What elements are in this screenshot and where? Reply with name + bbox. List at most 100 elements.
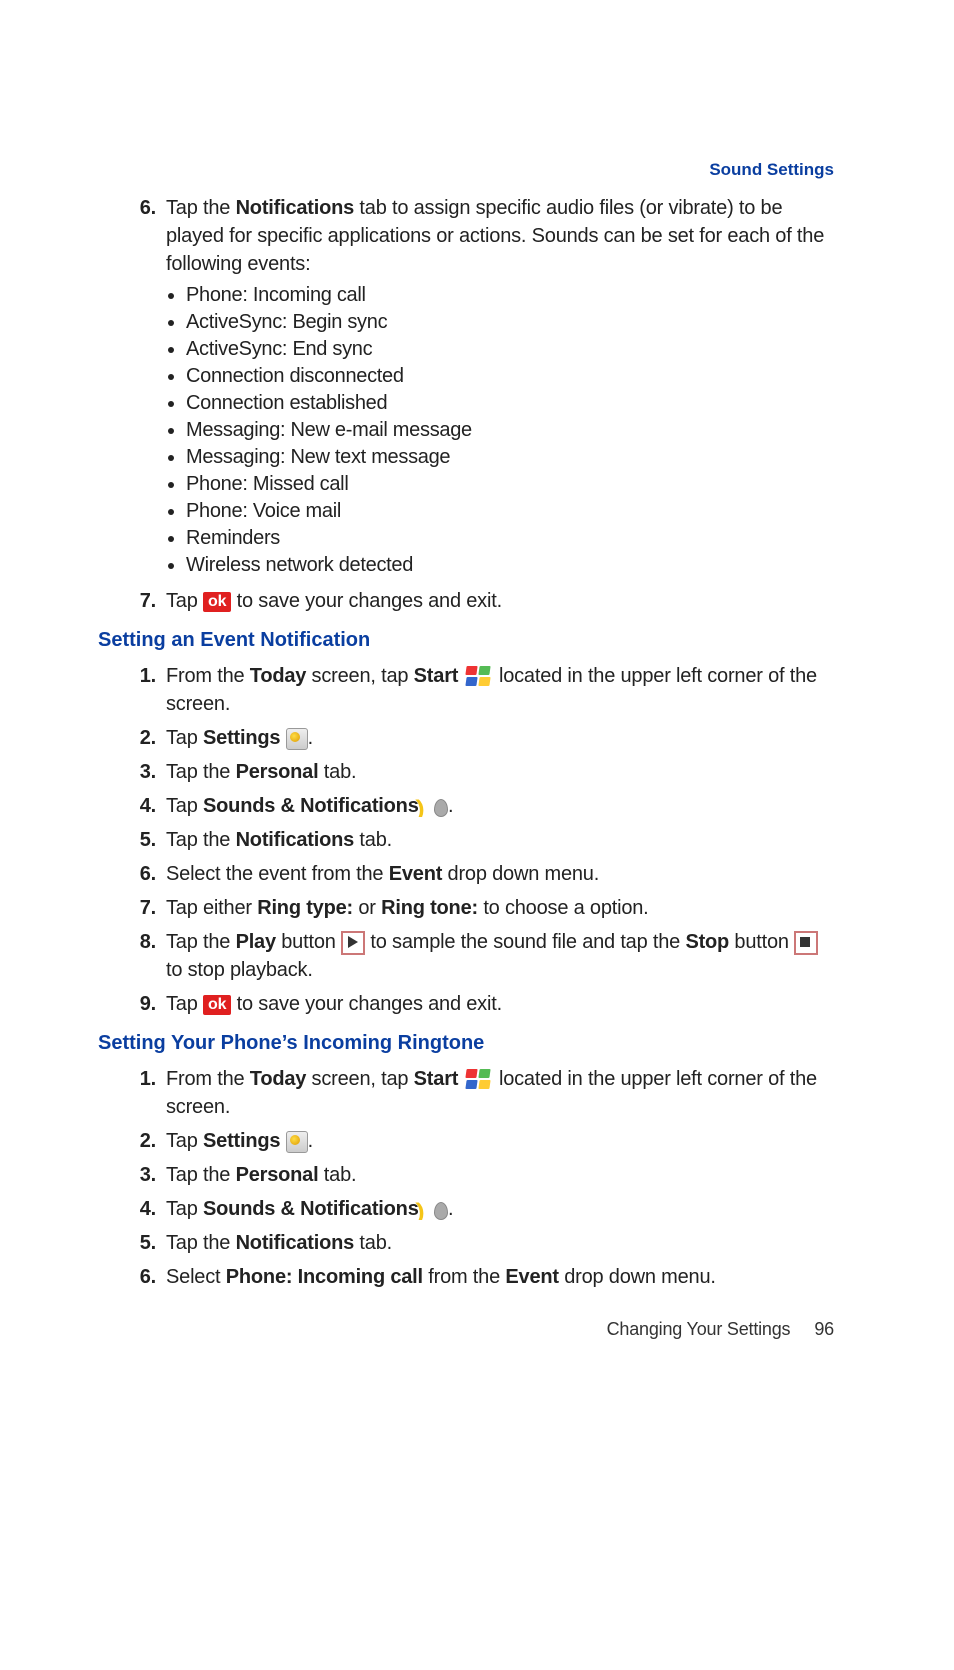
text: Tap the: [166, 1232, 236, 1254]
text: to save your changes and exit.: [237, 590, 502, 612]
text: screen, tap: [306, 1068, 413, 1090]
text: to sample the sound file and tap the: [370, 931, 685, 953]
list-item: Messaging: New e-mail message: [186, 417, 834, 444]
text: Tap: [166, 795, 203, 817]
bold: Sounds & Notifications: [203, 795, 419, 817]
step-5: 5. Tap the Notifications tab.: [166, 1229, 834, 1257]
step-4: 4. Tap Sounds & Notifications .: [166, 1195, 834, 1223]
step-number: 7.: [126, 587, 156, 615]
text: tab.: [318, 1164, 356, 1186]
text: to stop playback.: [166, 959, 313, 981]
bold: Phone: Incoming call: [226, 1266, 423, 1288]
text: Tap the: [166, 197, 236, 219]
bold: Today: [250, 665, 306, 687]
step-number: 6.: [126, 1263, 156, 1291]
step-number: 1.: [126, 1065, 156, 1093]
text: Tap: [166, 727, 203, 749]
bold: Event: [505, 1266, 558, 1288]
step-number: 9.: [126, 990, 156, 1018]
step-number: 4.: [126, 792, 156, 820]
text: drop down menu.: [559, 1266, 716, 1288]
text: Tap the: [166, 829, 236, 851]
page-number: 96: [814, 1319, 834, 1339]
step-8: 8. Tap the Play button to sample the sou…: [166, 928, 834, 984]
text: button: [729, 931, 794, 953]
text: .: [448, 1198, 453, 1220]
list-item: Connection disconnected: [186, 363, 834, 390]
bold: Start: [414, 1068, 459, 1090]
bold: Settings: [203, 1130, 280, 1152]
step-7: 7. Tap ok to save your changes and exit.: [166, 587, 834, 615]
event-notification-steps: 1. From the Today screen, tap Start loca…: [120, 662, 834, 1018]
ok-icon: ok: [203, 995, 231, 1015]
page-footer: Changing Your Settings 96: [607, 1319, 834, 1340]
list-item: ActiveSync: Begin sync: [186, 309, 834, 336]
bold: Personal: [236, 761, 319, 783]
step-1: 1. From the Today screen, tap Start loca…: [166, 1065, 834, 1121]
bold: Notifications: [236, 197, 355, 219]
list-item: Connection established: [186, 390, 834, 417]
bold: Settings: [203, 727, 280, 749]
step-number: 3.: [126, 1161, 156, 1189]
sounds-notifications-icon: [424, 1200, 448, 1220]
bold: Sounds & Notifications: [203, 1198, 419, 1220]
bold: Notifications: [236, 1232, 355, 1254]
text: From the: [166, 1068, 250, 1090]
list-item: Phone: Incoming call: [186, 282, 834, 309]
text: to save your changes and exit.: [237, 993, 502, 1015]
text: Tap: [166, 993, 203, 1015]
windows-flag-icon: [466, 666, 492, 688]
settings-icon: [286, 1131, 308, 1153]
step-2: 2. Tap Settings .: [166, 1127, 834, 1155]
list-item: Reminders: [186, 525, 834, 552]
list-item: Phone: Missed call: [186, 471, 834, 498]
text: Tap the: [166, 761, 236, 783]
step-number: 3.: [126, 758, 156, 786]
bold: Today: [250, 1068, 306, 1090]
play-icon: [341, 931, 365, 955]
text: tab.: [354, 1232, 392, 1254]
text: to choose a option.: [478, 897, 649, 919]
settings-icon: [286, 728, 308, 750]
text: Select the event from the: [166, 863, 389, 885]
text: .: [448, 795, 453, 817]
bold: Stop: [685, 931, 729, 953]
bold: Notifications: [236, 829, 355, 851]
step-2: 2. Tap Settings .: [166, 724, 834, 752]
text: tab.: [318, 761, 356, 783]
bold: Play: [236, 931, 276, 953]
text: Select: [166, 1266, 226, 1288]
text: Tap: [166, 1198, 203, 1220]
text: from the: [423, 1266, 505, 1288]
list-item: Wireless network detected: [186, 552, 834, 579]
text: Tap: [166, 1130, 203, 1152]
text: screen, tap: [306, 665, 413, 687]
step-5: 5. Tap the Notifications tab.: [166, 826, 834, 854]
list-item: ActiveSync: End sync: [186, 336, 834, 363]
ringtone-steps: 1. From the Today screen, tap Start loca…: [120, 1065, 834, 1291]
text: .: [308, 1130, 313, 1152]
list-item: Phone: Voice mail: [186, 498, 834, 525]
heading-event-notification: Setting an Event Notification: [98, 629, 834, 652]
continued-steps-list: 6. Tap the Notifications tab to assign s…: [120, 194, 834, 615]
text: From the: [166, 665, 250, 687]
sounds-notifications-icon: [424, 797, 448, 817]
windows-flag-icon: [466, 1069, 492, 1091]
step-9: 9. Tap ok to save your changes and exit.: [166, 990, 834, 1018]
step-6: 6. Tap the Notifications tab to assign s…: [166, 194, 834, 579]
step-3: 3. Tap the Personal tab.: [166, 758, 834, 786]
step-number: 5.: [126, 1229, 156, 1257]
heading-incoming-ringtone: Setting Your Phone’s Incoming Ringtone: [98, 1032, 834, 1055]
step-number: 6.: [126, 860, 156, 888]
text: tab.: [354, 829, 392, 851]
step-number: 5.: [126, 826, 156, 854]
step-1: 1. From the Today screen, tap Start loca…: [166, 662, 834, 718]
bold: Ring type:: [257, 897, 353, 919]
ok-icon: ok: [203, 592, 231, 612]
step-number: 4.: [126, 1195, 156, 1223]
step-6: 6. Select the event from the Event drop …: [166, 860, 834, 888]
text: Tap either: [166, 897, 257, 919]
step-number: 2.: [126, 1127, 156, 1155]
stop-icon: [794, 931, 818, 955]
text: button: [276, 931, 341, 953]
